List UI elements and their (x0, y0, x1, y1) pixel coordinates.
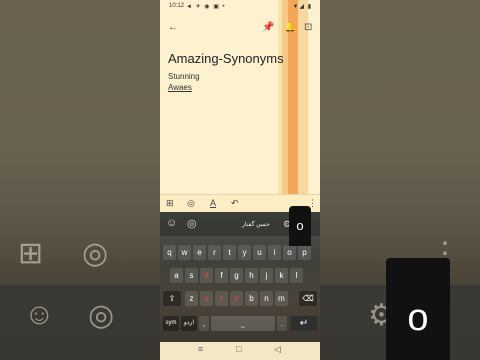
note-line[interactable]: Stunning (168, 72, 200, 81)
status-bar: 10:12 ◄ ✈ ◉ ▣ • ▼◢ ▮ (160, 0, 320, 12)
key-y[interactable]: y (238, 245, 251, 260)
key-v[interactable]: v (230, 291, 243, 306)
back-arrow-icon[interactable]: ← (168, 23, 178, 33)
backdrop-emoji-icon: ☺ (24, 298, 55, 331)
key-l[interactable]: l (290, 268, 303, 283)
key-k[interactable]: k (275, 268, 288, 283)
key-t[interactable]: t (223, 245, 236, 260)
key-row-1: q w e r t y u i o p (163, 245, 317, 261)
archive-icon[interactable]: ⊡ (304, 23, 312, 33)
palette-icon[interactable]: ◎ (187, 199, 195, 208)
key-z[interactable]: z (185, 291, 198, 306)
key-a[interactable]: a (170, 268, 183, 283)
phone-screen: 10:12 ◄ ✈ ◉ ▣ • ▼◢ ▮ ← 📌 🔔 ⊡ Amazing-Syn… (160, 0, 320, 360)
backdrop-key-popup: o (386, 258, 450, 360)
period-key[interactable]: . (277, 316, 287, 331)
key-preview-popup: o (289, 206, 311, 246)
backspace-key-icon[interactable]: ⌫ (299, 291, 317, 306)
key-n[interactable]: n (260, 291, 273, 306)
note-title[interactable]: Amazing-Synonyms (168, 51, 284, 66)
note-line[interactable]: Awaes (168, 83, 192, 92)
recents-menu-icon[interactable]: ≡ (198, 345, 203, 354)
status-notification-icons: ◄ ✈ ◉ ▣ • (186, 4, 226, 10)
system-nav-bar: ≡ □ ◁ (160, 342, 320, 360)
key-g[interactable]: g (230, 268, 243, 283)
key-b[interactable]: b (245, 291, 258, 306)
emoji-icon[interactable]: ☺ (166, 217, 177, 229)
keyboard: ☺ ◎ حسن گفتار ⚙ o q w e r t y u i o p a … (160, 206, 320, 342)
key-j[interactable]: j (260, 268, 273, 283)
pin-icon[interactable]: 📌 (262, 23, 274, 33)
text-format-icon[interactable]: A (210, 199, 216, 208)
key-c[interactable]: c (215, 291, 228, 306)
key-x[interactable]: x (200, 291, 213, 306)
shift-key-icon[interactable]: ⇧ (163, 291, 181, 306)
key-e[interactable]: e (193, 245, 206, 260)
note-toolbar: ← 📌 🔔 ⊡ (160, 18, 320, 38)
key-row-4: sym اردو , ⎵ . ↵ (163, 316, 317, 332)
spacebar-key[interactable]: ⎵ (211, 316, 275, 331)
key-f[interactable]: f (215, 268, 228, 283)
key-q[interactable]: q (163, 245, 176, 260)
key-d[interactable]: d (200, 268, 213, 283)
key-h[interactable]: h (245, 268, 258, 283)
add-box-icon[interactable]: ⊞ (166, 199, 174, 208)
status-time: 10:12 (169, 3, 185, 9)
key-s[interactable]: s (185, 268, 198, 283)
key-w[interactable]: w (178, 245, 191, 260)
enter-key-icon[interactable]: ↵ (291, 316, 317, 331)
screenshot-stage: ⊞ ◎ ☺ ◎ ⋮ ⚙ o 10:12 ◄ ✈ ◉ ▣ • ▼◢ ▮ ← 📌 🔔… (0, 0, 480, 360)
theme-palette-icon[interactable]: ◎ (187, 217, 197, 230)
nav-back-icon[interactable]: ◁ (274, 345, 281, 354)
key-i[interactable]: i (268, 245, 281, 260)
reminder-bell-icon[interactable]: 🔔 (284, 23, 296, 33)
home-icon[interactable]: □ (236, 345, 241, 354)
key-row-3: ⇧ z x c v b n m ⌫ (163, 291, 317, 307)
suggestion-word[interactable]: حسن گفتار (242, 221, 270, 228)
key-u[interactable]: u (253, 245, 266, 260)
comma-key[interactable]: , (199, 316, 209, 331)
key-r[interactable]: r (208, 245, 221, 260)
key-row-2: a s d f g h j k l (170, 268, 310, 284)
key-p[interactable]: p (298, 245, 311, 260)
symbols-key[interactable]: sym (163, 316, 179, 331)
backdrop-add-icon: ⊞ (18, 237, 44, 270)
key-m[interactable]: m (275, 291, 288, 306)
undo-icon[interactable]: ↶ (231, 199, 239, 208)
key-o[interactable]: o (283, 245, 296, 260)
backdrop-palette-icon-2: ◎ (88, 299, 115, 332)
backdrop-palette-icon: ◎ (82, 237, 109, 270)
status-signal-battery-icons: ▼◢ ▮ (292, 4, 312, 10)
language-key[interactable]: اردو (181, 316, 197, 331)
